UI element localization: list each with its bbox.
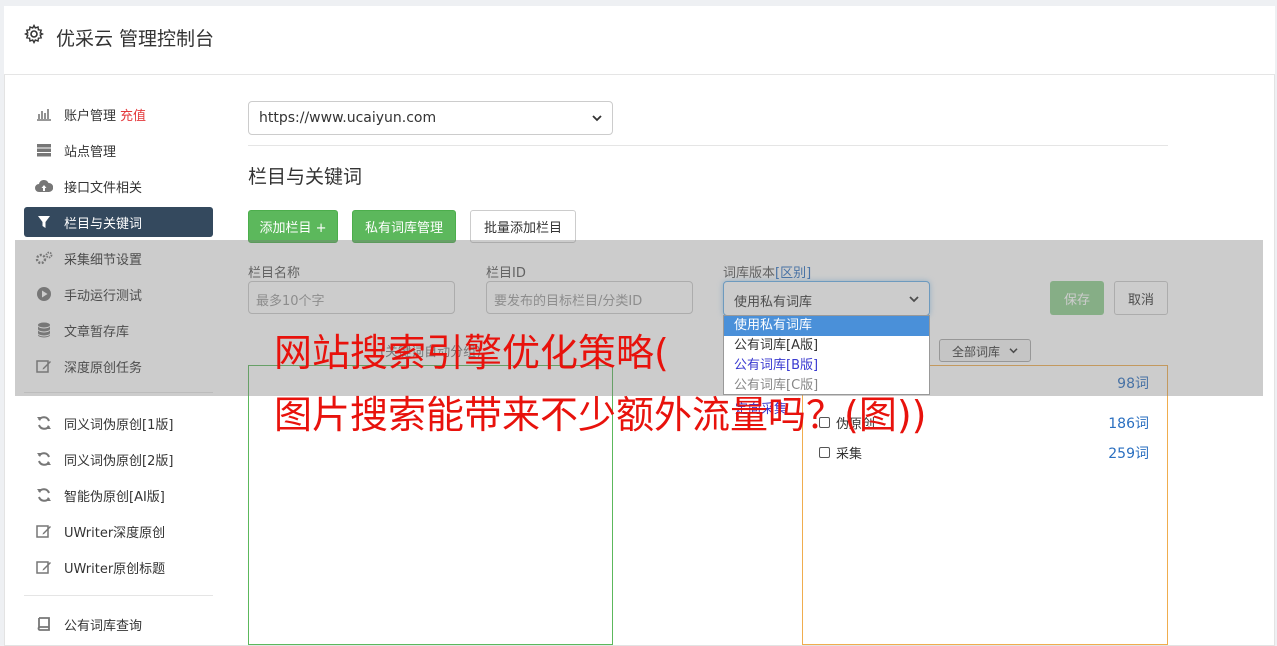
library-count: 259词: [1108, 445, 1149, 462]
library-version-dropdown[interactable]: 使用私有词库 公有词库[A版] 公有词库[B版] 公有词库[C版]: [723, 315, 930, 395]
sidebar-item-public-lib[interactable]: 公有词库查询: [24, 609, 213, 639]
sidebar-item-uwriter-title[interactable]: UWriter原创标题: [24, 552, 213, 582]
sidebar-item-columns[interactable]: 栏目与关键词: [24, 207, 213, 237]
sidebar-item-label: UWriter原创标题: [64, 561, 166, 577]
sidebar-item-uwriter-deep[interactable]: UWriter深度原创: [24, 516, 213, 546]
batch-add-button[interactable]: 批量添加栏目: [470, 210, 576, 243]
sidebar-item-ai-rewrite[interactable]: 智能伪原创[AI版]: [24, 480, 213, 510]
sidebar-item-sites[interactable]: 站点管理: [24, 135, 213, 165]
sidebar-item-account[interactable]: 账户管理 充值: [24, 99, 213, 129]
recharge-link[interactable]: 充值: [120, 105, 146, 124]
sidebar-item-label: 智能伪原创[AI版]: [64, 489, 165, 505]
sidebar-item-synonym-v1[interactable]: 同义词伪原创[1版]: [24, 408, 213, 438]
headline-line-1: 网站搜索引擎优化策略(: [274, 331, 669, 375]
sidebar-item-label: 同义词伪原创[1版]: [64, 417, 174, 433]
library-row[interactable]: 采集 259词: [819, 443, 1151, 462]
sidebar-item-label: 接口文件相关: [64, 180, 143, 196]
page-title: 优采云 管理控制台: [56, 28, 215, 50]
sidebar-item-label: 栏目与关键词: [64, 216, 143, 232]
edit-icon: [35, 559, 53, 575]
filter-icon: [35, 214, 53, 230]
bar-chart-icon: [35, 106, 53, 122]
sidebar-item-label: UWriter深度原创: [64, 525, 166, 541]
refresh-icon: [35, 415, 53, 431]
gear-icon: [24, 24, 44, 44]
sidebar-item-label: 同义词伪原创[2版]: [64, 453, 174, 469]
section-title: 栏目与关键词: [248, 166, 363, 188]
library-name: 采集: [836, 447, 863, 462]
refresh-icon: [35, 451, 53, 467]
dropdown-option[interactable]: 使用私有词库: [724, 316, 929, 336]
site-select[interactable]: https://www.ucaiyun.com: [248, 101, 613, 135]
sidebar-item-label: 站点管理: [64, 144, 117, 160]
sidebar-item-label: 账户管理: [64, 108, 117, 124]
headline-line-2: 图片搜索能带来不少额外流量吗？(图)): [274, 393, 927, 437]
edit-icon: [35, 523, 53, 539]
library-checkbox[interactable]: [819, 447, 830, 458]
sidebar-item-interface[interactable]: 接口文件相关: [24, 171, 213, 201]
dropdown-option[interactable]: 公有词库[A版]: [724, 336, 929, 356]
sidebar-item-synonym-v2[interactable]: 同义词伪原创[2版]: [24, 444, 213, 474]
library-count: 186词: [1108, 415, 1149, 432]
book-icon: [35, 616, 53, 632]
add-column-button[interactable]: 添加栏目 +: [248, 210, 338, 243]
server-icon: [35, 142, 53, 158]
private-library-button[interactable]: 私有词库管理: [352, 210, 456, 243]
chevron-down-icon: [592, 115, 602, 122]
divider: [248, 145, 1168, 146]
refresh-icon: [35, 487, 53, 503]
site-select-value: https://www.ucaiyun.com: [259, 110, 437, 126]
top-header: 优采云 管理控制台: [4, 6, 1275, 75]
sidebar-divider: [24, 595, 213, 596]
sidebar-item-label: 公有词库查询: [64, 618, 143, 634]
cloud-upload-icon: [35, 178, 53, 194]
dropdown-option[interactable]: 公有词库[B版]: [724, 356, 929, 376]
